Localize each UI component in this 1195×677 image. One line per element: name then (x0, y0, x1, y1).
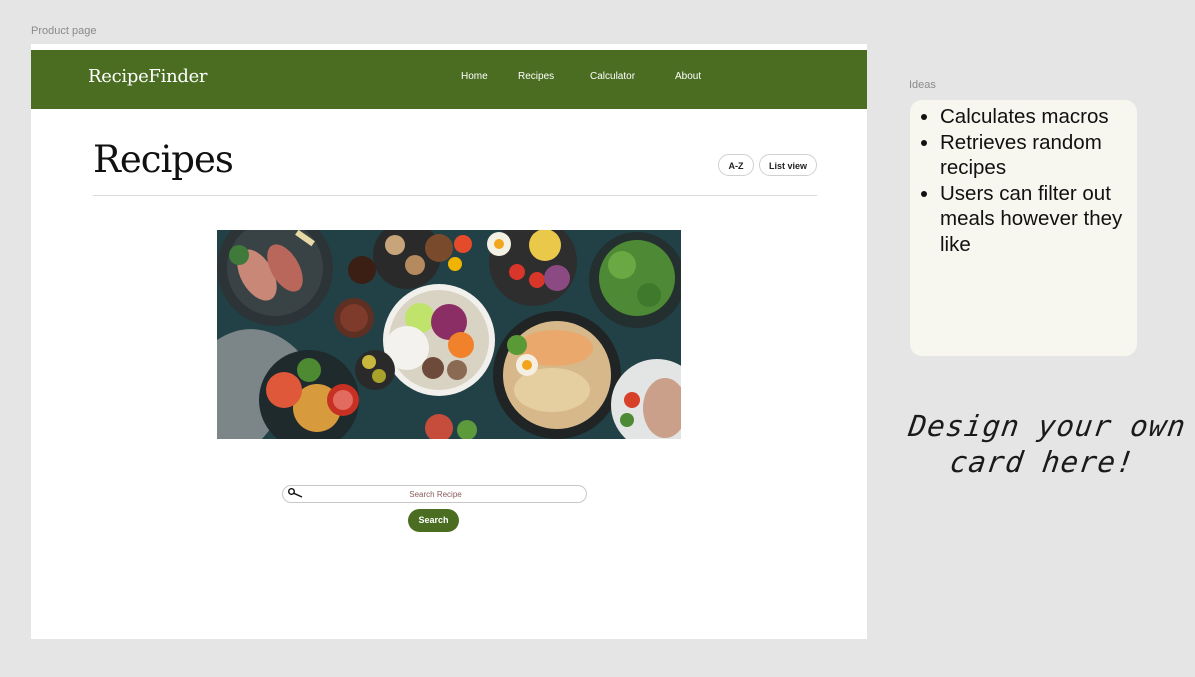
nav-link-home[interactable]: Home (461, 71, 488, 82)
handwritten-note: Design your own card here! (900, 408, 1190, 480)
search-input[interactable] (303, 486, 568, 502)
site-logo[interactable]: RecipeFinder (88, 66, 208, 87)
title-divider (93, 195, 817, 196)
note-line-2: card here! (947, 445, 1138, 479)
frame-label: Product page (31, 25, 97, 37)
idea-item: Users can filter out meals however they … (940, 181, 1137, 258)
page-title: Recipes (93, 138, 234, 181)
search-icon (288, 488, 303, 498)
nav-link-about[interactable]: About (675, 71, 701, 82)
search-button[interactable]: Search (408, 509, 459, 532)
search-bar[interactable] (282, 485, 587, 503)
ideas-label: Ideas (909, 79, 936, 91)
nav-link-calculator[interactable]: Calculator (590, 71, 635, 82)
ideas-list: Calculates macros Retrieves random recip… (910, 100, 1137, 257)
idea-item: Retrieves random recipes (940, 130, 1137, 181)
note-line-1: Design your own (906, 409, 1189, 443)
hero-food-image (217, 230, 681, 439)
navbar: RecipeFinder Home Recipes Calculator Abo… (31, 50, 867, 109)
list-view-button[interactable]: List view (759, 154, 817, 176)
product-page-frame: RecipeFinder Home Recipes Calculator Abo… (31, 44, 867, 639)
sort-az-button[interactable]: A-Z (718, 154, 754, 176)
nav-link-recipes[interactable]: Recipes (518, 71, 554, 82)
ideas-card: Calculates macros Retrieves random recip… (910, 100, 1137, 356)
idea-item: Calculates macros (940, 104, 1137, 130)
